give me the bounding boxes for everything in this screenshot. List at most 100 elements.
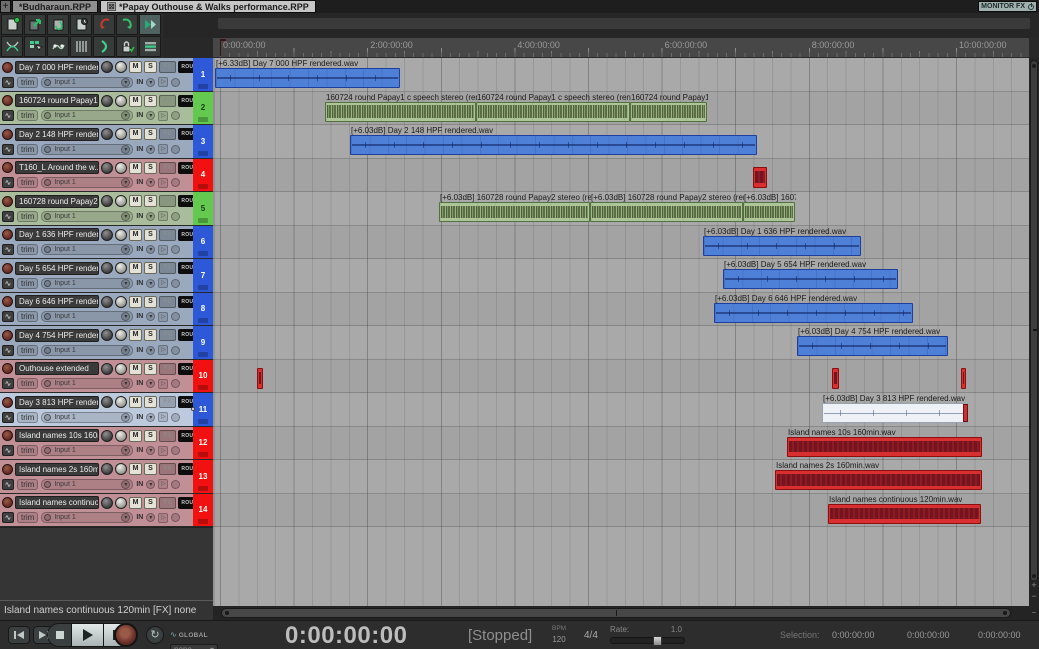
volume-knob[interactable]: [115, 329, 127, 341]
media-item[interactable]: Island names continuous 120min.wav: [828, 504, 981, 524]
volume-knob[interactable]: [115, 95, 127, 107]
track-name[interactable]: Day 6 646 HPF rendere: [15, 295, 99, 308]
media-item-body[interactable]: [350, 135, 757, 155]
chevron-down-icon[interactable]: ▾: [121, 145, 130, 154]
chevron-down-icon[interactable]: ▾: [121, 413, 130, 422]
pan-knob[interactable]: [101, 61, 113, 73]
envelope-button[interactable]: ∿: [2, 445, 14, 456]
record-arm-button[interactable]: [2, 162, 13, 173]
media-item[interactable]: [+6.33dB] Day 7 000 HPF rendered.wav: [215, 68, 400, 88]
track-name[interactable]: T160_L Around the w..1: [15, 161, 99, 174]
record-mode-icon[interactable]: ▷: [158, 211, 168, 221]
record-mode-icon[interactable]: ▷: [158, 412, 168, 422]
record-mode-icon[interactable]: ▷: [158, 345, 168, 355]
record-button[interactable]: [114, 623, 138, 647]
track-number[interactable]: 8: [193, 293, 213, 326]
trim-envelope-button[interactable]: trim: [17, 311, 38, 322]
trim-envelope-button[interactable]: trim: [17, 345, 38, 356]
track-number[interactable]: 5: [193, 192, 213, 225]
vertical-scrollbar-thumb[interactable]: [1030, 60, 1038, 582]
input-fx-icon[interactable]: [44, 447, 51, 454]
chevron-down-icon[interactable]: ▾: [121, 312, 130, 321]
media-item-body[interactable]: [797, 336, 948, 356]
input-chip[interactable]: Input 1▾: [41, 479, 133, 490]
media-item-body[interactable]: [703, 236, 861, 256]
record-arm-button[interactable]: [2, 129, 13, 140]
fx-button[interactable]: FX: [159, 61, 176, 73]
record-mode-icon[interactable]: ▷: [158, 144, 168, 154]
track-panel[interactable]: 160728 round Papay2MSFXROUT∿trimInput 1▾…: [0, 192, 193, 225]
track-name[interactable]: Island names continuo: [15, 496, 99, 509]
track-name[interactable]: Day 4 754 HPF rendere: [15, 329, 99, 342]
monitor-icon[interactable]: [171, 480, 180, 489]
record-mode-icon[interactable]: ▷: [158, 77, 168, 87]
monitor-icon[interactable]: [171, 513, 180, 522]
input-fx-icon[interactable]: [44, 213, 51, 220]
input-fx-icon[interactable]: [44, 347, 51, 354]
record-arm-button[interactable]: [2, 430, 13, 441]
media-item[interactable]: [+6.03dB] Day 1 636 HPF rendered.wav: [703, 236, 861, 256]
mute-button[interactable]: M: [129, 61, 142, 73]
chevron-down-icon[interactable]: ▾: [146, 413, 155, 422]
media-item-body[interactable]: [822, 403, 968, 423]
input-chip[interactable]: Input 1▾: [41, 77, 133, 88]
new-tab-button[interactable]: +: [0, 0, 11, 13]
volume-knob[interactable]: [115, 162, 127, 174]
solo-button[interactable]: S: [144, 229, 157, 241]
record-mode-icon[interactable]: ▷: [158, 111, 168, 121]
monitor-icon[interactable]: [171, 312, 180, 321]
input-fx-icon[interactable]: [44, 179, 51, 186]
trim-envelope-button[interactable]: trim: [17, 445, 38, 456]
fx-button[interactable]: FX: [159, 95, 176, 107]
toolbar-auto-crossfade-button[interactable]: [1, 36, 23, 57]
chevron-down-icon[interactable]: ▾: [146, 279, 155, 288]
solo-button[interactable]: S: [144, 296, 157, 308]
record-arm-button[interactable]: [2, 196, 13, 207]
monitor-icon[interactable]: [171, 446, 180, 455]
media-item-body[interactable]: [714, 303, 913, 323]
media-item[interactable]: [+6.03dB] Day 5 654 HPF rendered.wav: [723, 269, 898, 289]
chevron-down-icon[interactable]: ▾: [121, 245, 130, 254]
pan-knob[interactable]: [101, 463, 113, 475]
envelope-button[interactable]: ∿: [2, 311, 14, 322]
record-arm-button[interactable]: [2, 62, 13, 73]
volume-knob[interactable]: [115, 497, 127, 509]
toolbar-locking-button[interactable]: [116, 36, 138, 57]
media-item[interactable]: 160724 round Papay1 c: [630, 102, 707, 122]
chevron-down-icon[interactable]: ▾: [121, 480, 130, 489]
fx-button[interactable]: FX: [159, 229, 176, 241]
arrange-view[interactable]: [+6.33dB] Day 7 000 HPF rendered.wav 1607…: [213, 58, 1029, 606]
chevron-down-icon[interactable]: ▾: [121, 346, 130, 355]
volume-knob[interactable]: [115, 195, 127, 207]
chevron-down-icon[interactable]: ▾: [121, 212, 130, 221]
input-fx-icon[interactable]: [44, 246, 51, 253]
rate-slider[interactable]: [610, 637, 685, 644]
track-name[interactable]: Island names 10s 160m: [15, 429, 99, 442]
record-mode-icon[interactable]: ▷: [158, 312, 168, 322]
chevron-down-icon[interactable]: ▾: [121, 78, 130, 87]
media-item-body[interactable]: [832, 368, 839, 389]
trim-envelope-button[interactable]: trim: [17, 144, 38, 155]
pan-knob[interactable]: [101, 229, 113, 241]
media-item-body[interactable]: [743, 202, 795, 222]
fx-button[interactable]: FX: [159, 296, 176, 308]
input-chip[interactable]: Input 1▾: [41, 512, 133, 523]
envelope-button[interactable]: ∿: [2, 412, 14, 423]
record-mode-icon[interactable]: ▷: [158, 178, 168, 188]
envelope-button[interactable]: ∿: [2, 378, 14, 389]
monitor-icon[interactable]: [171, 78, 180, 87]
chevron-down-icon[interactable]: ▾: [146, 446, 155, 455]
transport-time-display[interactable]: 0:00:00:00: [285, 622, 407, 649]
fx-button[interactable]: FX: [159, 396, 176, 408]
trim-envelope-button[interactable]: trim: [17, 378, 38, 389]
trim-envelope-button[interactable]: trim: [17, 177, 38, 188]
solo-button[interactable]: S: [144, 329, 157, 341]
solo-button[interactable]: S: [144, 497, 157, 509]
chevron-down-icon[interactable]: ▾: [146, 178, 155, 187]
arrange-lane[interactable]: [213, 259, 1029, 293]
trim-envelope-button[interactable]: trim: [17, 110, 38, 121]
bpm-display[interactable]: BPM 120: [552, 625, 566, 644]
mute-button[interactable]: M: [129, 430, 142, 442]
rate-slider-thumb[interactable]: [653, 636, 662, 646]
fx-button[interactable]: FX: [159, 329, 176, 341]
